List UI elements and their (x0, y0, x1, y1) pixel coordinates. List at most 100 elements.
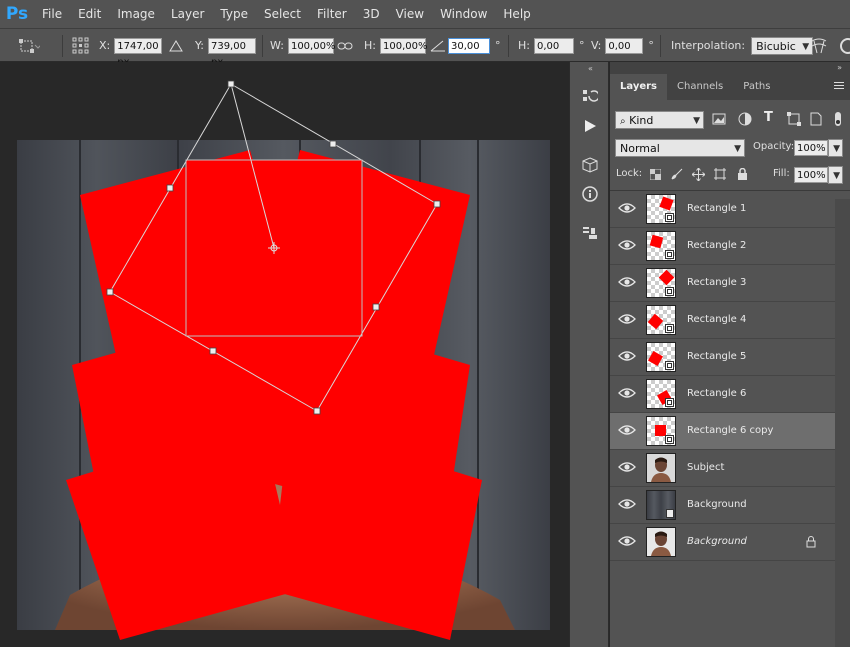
fill-field[interactable]: 100% (794, 167, 828, 183)
panel-tabs: Layers Channels Paths (610, 74, 850, 100)
h-skew-field[interactable]: 0,00 (533, 37, 574, 54)
visibility-eye-icon[interactable] (618, 386, 636, 400)
visibility-eye-icon[interactable] (618, 497, 636, 511)
layer-thumbnail (646, 379, 676, 409)
panel-header-strip: » (610, 62, 850, 74)
y-label: Y: (195, 39, 204, 52)
red-rectangles (66, 150, 482, 640)
menu-3d[interactable]: 3D (355, 0, 388, 28)
fill-label: Fill: (773, 168, 790, 179)
filter-smart-object-icon[interactable] (810, 112, 822, 126)
lock-transparent-icon[interactable] (650, 169, 661, 180)
menu-help[interactable]: Help (495, 0, 538, 28)
menu-bar: Ps File Edit Image Layer Type Select Filter 3D V… (0, 0, 850, 28)
menu-image[interactable]: Image (109, 0, 163, 28)
opacity-dropdown[interactable]: ▼ (828, 139, 843, 157)
3d-panel-icon[interactable] (580, 155, 600, 175)
visibility-eye-icon[interactable] (618, 349, 636, 363)
layer-name: Rectangle 2 (687, 240, 747, 251)
layer-row[interactable]: Background (610, 524, 835, 561)
canvas-artwork (17, 80, 550, 640)
collapse-arrows-icon[interactable]: « (588, 64, 593, 73)
layer-row[interactable]: Rectangle 5 (610, 339, 835, 376)
menu-layer[interactable]: Layer (163, 0, 212, 28)
visibility-eye-icon[interactable] (618, 201, 636, 215)
layer-row[interactable]: Rectangle 6 copy (610, 413, 835, 450)
y-position-field[interactable]: 739,00 px (207, 37, 256, 68)
collapse-panel-icon[interactable]: » (837, 62, 842, 74)
cancel-transform-icon[interactable] (838, 29, 850, 62)
tab-paths[interactable]: Paths (733, 74, 780, 100)
lock-position-move-icon[interactable] (692, 168, 705, 181)
h-skew-unit: ° (578, 39, 585, 52)
fill-dropdown[interactable]: ▼ (828, 166, 843, 184)
menu-window[interactable]: Window (432, 0, 495, 28)
lock-all-icon[interactable] (737, 168, 748, 180)
shape-layer-icon (665, 213, 674, 222)
tab-channels[interactable]: Channels (667, 74, 733, 100)
relative-position-icon[interactable] (169, 29, 183, 62)
menu-filter[interactable]: Filter (309, 0, 355, 28)
visibility-eye-icon[interactable] (618, 460, 636, 474)
link-icon[interactable] (337, 29, 353, 62)
filter-kind-select[interactable]: ⌕ Kind ▼ (615, 111, 704, 129)
layer-row[interactable]: Background (610, 487, 835, 524)
menu-file[interactable]: File (34, 0, 70, 28)
interpolation-select[interactable]: Bicubic ▼ (751, 36, 814, 55)
layer-thumbnail (646, 342, 676, 372)
photoshop-logo: Ps (5, 4, 29, 24)
warp-mode-icon[interactable] (810, 29, 828, 62)
width-field[interactable]: 100,00% (287, 37, 335, 54)
layer-row[interactable]: Subject (610, 450, 835, 487)
interpolation-value: Bicubic (756, 39, 796, 53)
visibility-eye-icon[interactable] (618, 423, 636, 437)
menu-view[interactable]: View (388, 0, 432, 28)
layer-row[interactable]: Rectangle 2 (610, 228, 835, 265)
filter-toggle-icon[interactable] (832, 112, 844, 126)
lock-image-brush-icon[interactable] (671, 168, 683, 180)
opacity-field[interactable]: 100% (794, 140, 828, 156)
filter-shape-icon[interactable] (787, 112, 801, 126)
tab-layers[interactable]: Layers (610, 74, 667, 100)
transform-tool-icon[interactable] (18, 29, 40, 62)
visibility-eye-icon[interactable] (618, 238, 636, 252)
layer-row[interactable]: Rectangle 1 (610, 191, 835, 228)
filter-type-icon[interactable]: T (764, 110, 773, 125)
blend-mode-value: Normal (620, 142, 660, 155)
menu-type[interactable]: Type (212, 0, 256, 28)
visibility-eye-icon[interactable] (618, 275, 636, 289)
menu-select[interactable]: Select (256, 0, 309, 28)
layer-row[interactable]: Rectangle 4 (610, 302, 835, 339)
layer-filter-row: ⌕ Kind ▼ T (610, 108, 850, 132)
blend-mode-select[interactable]: Normal ▼ (615, 139, 745, 157)
shape-layer-icon (665, 250, 674, 259)
visibility-eye-icon[interactable] (618, 312, 636, 326)
h-skew-label: H: (518, 39, 530, 52)
visibility-eye-icon[interactable] (618, 534, 636, 548)
info-icon[interactable] (580, 184, 600, 204)
layer-thumbnail (646, 268, 676, 298)
lock-artboard-icon[interactable] (714, 168, 726, 180)
height-field[interactable]: 100,00% (379, 37, 427, 54)
clone-source-icon[interactable] (580, 223, 600, 243)
layer-row[interactable]: Rectangle 3 (610, 265, 835, 302)
layer-lock-icon[interactable] (806, 536, 816, 551)
rotation-angle-field[interactable]: 30,00 (448, 37, 490, 54)
menu-edit[interactable]: Edit (70, 0, 109, 28)
layer-name: Subject (687, 462, 725, 473)
reference-point-icon[interactable] (72, 29, 90, 62)
layers-scrollbar[interactable] (835, 199, 850, 647)
layer-row[interactable]: Rectangle 6 (610, 376, 835, 413)
v-skew-field[interactable]: 0,00 (605, 37, 644, 54)
shape-layer-icon (665, 324, 674, 333)
actions-play-icon[interactable] (580, 116, 600, 136)
history-icon[interactable] (580, 86, 600, 106)
angle-icon (430, 29, 446, 62)
x-position-field[interactable]: 1747,00 px (114, 37, 163, 68)
layer-name: Background (687, 536, 747, 547)
panel-menu-icon[interactable] (834, 82, 844, 89)
filter-adjustment-icon[interactable] (738, 112, 752, 126)
x-label: X: (99, 39, 111, 52)
filter-pixel-icon[interactable] (712, 113, 726, 125)
document-canvas[interactable] (0, 62, 569, 647)
